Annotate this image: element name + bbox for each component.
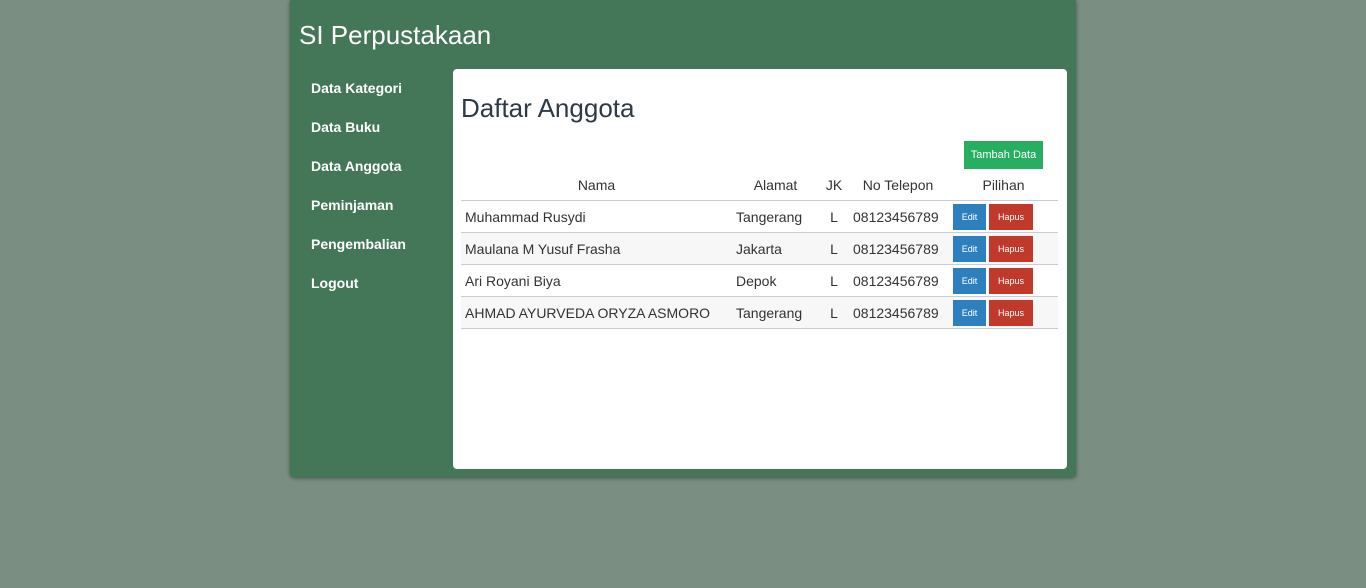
cell-pilihan: Edit Hapus	[947, 232, 1058, 265]
table-header-row: Nama Alamat JK No Telepon Pilihan	[461, 169, 1058, 201]
app-frame: SI Perpustakaan Data Kategori Data Buku …	[290, 0, 1076, 477]
cell-jk: L	[819, 200, 849, 233]
cell-pilihan: Edit Hapus	[947, 200, 1058, 233]
app-title: SI Perpustakaan	[299, 20, 492, 50]
table-row: Ari Royani Biya Depok L 08123456789 Edit…	[461, 264, 1058, 297]
sidebar-item-data-buku[interactable]: Data Buku	[290, 108, 450, 147]
members-table: Nama Alamat JK No Telepon Pilihan Muhamm…	[461, 169, 1058, 329]
cell-no-telepon: 08123456789	[849, 264, 947, 297]
sidebar-item-data-anggota[interactable]: Data Anggota	[290, 147, 450, 186]
cell-nama: AHMAD AYURVEDA ORYZA ASMORO	[461, 296, 732, 329]
delete-button[interactable]: Hapus	[989, 203, 1033, 230]
sidebar: Data Kategori Data Buku Data Anggota Pem…	[290, 69, 450, 303]
cell-pilihan: Edit Hapus	[947, 264, 1058, 297]
page-title: Daftar Anggota	[461, 93, 635, 123]
table-row: Maulana M Yusuf Frasha Jakarta L 0812345…	[461, 232, 1058, 265]
cell-no-telepon: 08123456789	[849, 232, 947, 265]
sidebar-item-logout[interactable]: Logout	[290, 264, 450, 303]
edit-button[interactable]: Edit	[953, 203, 986, 230]
table-row: Muhammad Rusydi Tangerang L 08123456789 …	[461, 200, 1058, 233]
delete-button[interactable]: Hapus	[989, 267, 1033, 294]
add-data-button[interactable]: Tambah Data	[964, 141, 1043, 169]
cell-nama: Maulana M Yusuf Frasha	[461, 232, 732, 265]
cell-no-telepon: 08123456789	[849, 200, 947, 233]
cell-nama: Muhammad Rusydi	[461, 200, 732, 233]
delete-button[interactable]: Hapus	[989, 235, 1033, 262]
sidebar-item-pengembalian[interactable]: Pengembalian	[290, 225, 450, 264]
cell-jk: L	[819, 296, 849, 329]
column-header-pilihan: Pilihan	[947, 169, 1058, 201]
cell-jk: L	[819, 264, 849, 297]
column-header-alamat: Alamat	[732, 169, 819, 201]
sidebar-item-data-kategori[interactable]: Data Kategori	[290, 69, 450, 108]
sidebar-item-peminjaman[interactable]: Peminjaman	[290, 186, 450, 225]
cell-alamat: Tangerang	[732, 296, 819, 329]
content-panel: Daftar Anggota Tambah Data Nama Alamat J…	[453, 69, 1067, 469]
edit-button[interactable]: Edit	[953, 299, 986, 326]
edit-button[interactable]: Edit	[953, 235, 986, 262]
cell-no-telepon: 08123456789	[849, 296, 947, 329]
edit-button[interactable]: Edit	[953, 267, 986, 294]
cell-alamat: Tangerang	[732, 200, 819, 233]
table-row: AHMAD AYURVEDA ORYZA ASMORO Tangerang L …	[461, 296, 1058, 329]
cell-nama: Ari Royani Biya	[461, 264, 732, 297]
cell-jk: L	[819, 232, 849, 265]
cell-alamat: Jakarta	[732, 232, 819, 265]
cell-pilihan: Edit Hapus	[947, 296, 1058, 329]
delete-button[interactable]: Hapus	[989, 299, 1033, 326]
cell-alamat: Depok	[732, 264, 819, 297]
column-header-no-telepon: No Telepon	[849, 169, 947, 201]
column-header-jk: JK	[819, 169, 849, 201]
column-header-nama: Nama	[461, 169, 732, 201]
